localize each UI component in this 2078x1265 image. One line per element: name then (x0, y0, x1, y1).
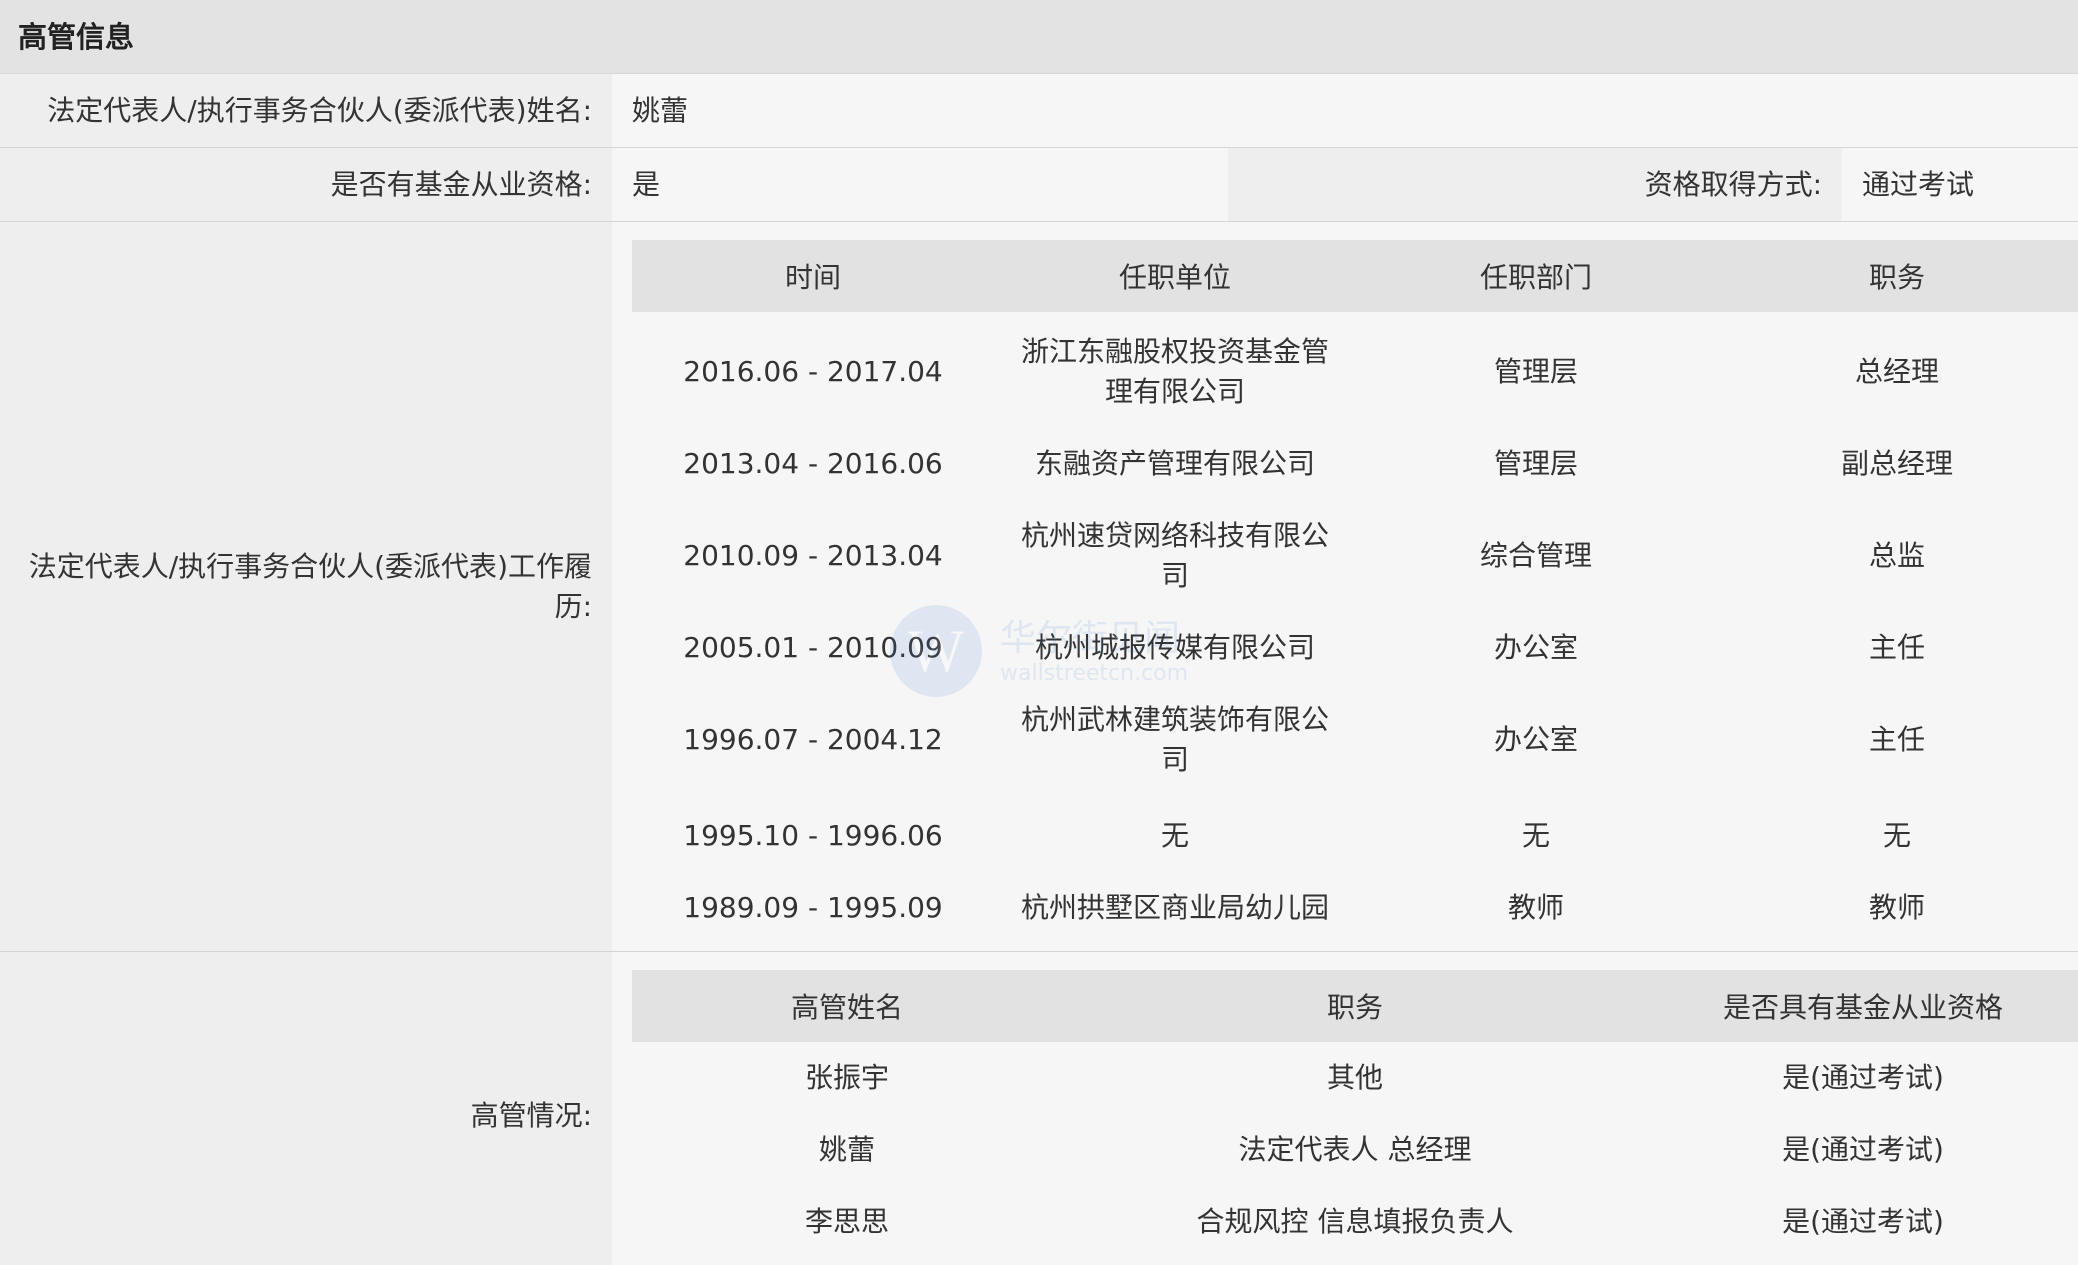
executive-name-cell: 姚蕾 (818, 1133, 875, 1166)
executive-name-cell: 张振宇 (804, 1061, 889, 1094)
executives-header-row: 高管姓名 职务 是否具有基金从业资格 (632, 970, 2078, 1042)
qualification-method-label: 资格取得方式: (1644, 168, 1822, 201)
department-cell: 办公室 (1493, 631, 1578, 664)
time-cell: 2013.04 - 2016.06 (683, 447, 943, 480)
column-header-department: 任职部门 (1356, 240, 1716, 312)
qualification-method-value: 通过考试 (1862, 168, 1975, 201)
time-cell: 1989.09 - 1995.09 (683, 891, 943, 924)
legal-rep-label: 法定代表人/执行事务合伙人(委派代表)姓名: (47, 94, 592, 127)
executive-qualification-cell: 是(通过考试) (1782, 1061, 1944, 1094)
company-cell: 杭州拱墅区商业局幼儿园 (1020, 891, 1329, 924)
qualification-label: 是否有基金从业资格: (330, 168, 592, 201)
column-header-time: 时间 (632, 240, 994, 312)
department-cell: 管理层 (1493, 355, 1578, 388)
legal-rep-label-cell: 法定代表人/执行事务合伙人(委派代表)姓名: (0, 74, 612, 147)
executive-qualification-cell: 是(通过考试) (1782, 1133, 1944, 1166)
time-cell: 1996.07 - 2004.12 (683, 723, 943, 756)
table-row: 2013.04 - 2016.06 东融资产管理有限公司 管理层 副总经理 (632, 432, 2078, 496)
company-cell: 杭州武林建筑装饰有限公司 (1020, 703, 1329, 776)
work-history-row: 法定代表人/执行事务合伙人(委派代表)工作履历: 时间 任职单位 任职部门 职务 (0, 222, 2078, 952)
table-row: 李思思 合规风控 信息填报负责人 是(通过考试) (632, 1186, 2078, 1258)
executive-qualification-cell: 是(通过考试) (1782, 1205, 1944, 1238)
column-header-company: 任职单位 (994, 240, 1356, 312)
time-cell: 2010.09 - 2013.04 (683, 539, 943, 572)
company-cell: 东融资产管理有限公司 (1034, 447, 1315, 480)
work-history-header-row: 时间 任职单位 任职部门 职务 (632, 240, 2078, 312)
qualification-value: 是 (632, 168, 661, 201)
executives-table: 高管姓名 职务 是否具有基金从业资格 张振宇 其他 是(通过考试) 姚蕾 法定代… (632, 970, 2078, 1258)
title-cell: 教师 (1868, 891, 1925, 924)
legal-rep-row: 法定代表人/执行事务合伙人(委派代表)姓名: 姚蕾 (0, 74, 2078, 148)
title-cell: 总经理 (1854, 355, 1939, 388)
table-row: 2016.06 - 2017.04 浙江东融股权投资基金管理有限公司 管理层 总… (632, 312, 2078, 432)
legal-rep-value-cell: 姚蕾 (612, 74, 2078, 147)
title-cell: 总监 (1868, 539, 1925, 572)
department-cell: 办公室 (1493, 723, 1578, 756)
legal-rep-value: 姚蕾 (632, 94, 689, 127)
table-row: 1995.10 - 1996.06 无 无 无 (632, 800, 2078, 872)
title-cell: 主任 (1868, 631, 1925, 664)
department-cell: 无 (1521, 819, 1550, 852)
time-cell: 1995.10 - 1996.06 (683, 819, 943, 852)
title-cell: 副总经理 (1840, 447, 1953, 480)
section-title: 高管信息 (18, 20, 135, 54)
qualification-value-cell: 是 (612, 148, 1228, 221)
qualification-method-value-cell: 通过考试 (1842, 148, 2078, 221)
column-header-title: 职务 (1716, 240, 2078, 312)
title-cell: 主任 (1868, 723, 1925, 756)
company-cell: 无 (1160, 819, 1189, 852)
executives-value-cell: 高管姓名 职务 是否具有基金从业资格 张振宇 其他 是(通过考试) 姚蕾 法定代… (612, 952, 2078, 1265)
company-cell: 杭州速贷网络科技有限公司 (1020, 519, 1329, 592)
table-row: 2010.09 - 2013.04 杭州速贷网络科技有限公司 综合管理 总监 (632, 496, 2078, 616)
executives-label-cell: 高管情况: (0, 952, 612, 1265)
table-row: 姚蕾 法定代表人 总经理 是(通过考试) (632, 1114, 2078, 1186)
work-history-label-cell: 法定代表人/执行事务合伙人(委派代表)工作履历: (0, 222, 612, 951)
column-header-name: 高管姓名 (632, 970, 1062, 1042)
column-header-position: 职务 (1062, 970, 1648, 1042)
time-cell: 2016.06 - 2017.04 (683, 355, 943, 388)
table-row: 1989.09 - 1995.09 杭州拱墅区商业局幼儿园 教师 教师 (632, 872, 2078, 944)
department-cell: 教师 (1507, 891, 1564, 924)
fund-manager-info-page: 高管信息 法定代表人/执行事务合伙人(委派代表)姓名: 姚蕾 是否有基金从业资格… (0, 0, 2078, 1265)
company-cell: 浙江东融股权投资基金管理有限公司 (1020, 335, 1329, 408)
table-row: 2005.01 - 2010.09 杭州城报传媒有限公司 办公室 主任 (632, 616, 2078, 680)
qualification-method-label-cell: 资格取得方式: (1228, 148, 1842, 221)
department-cell: 管理层 (1493, 447, 1578, 480)
company-cell: 杭州城报传媒有限公司 (1034, 631, 1315, 664)
executive-position-cell: 其他 (1326, 1061, 1383, 1094)
title-cell: 无 (1882, 819, 1911, 852)
department-cell: 综合管理 (1479, 539, 1592, 572)
executives-row: 高管情况: 高管姓名 职务 是否具有基金从业资格 张振宇 其他 是(通过考试) … (0, 952, 2078, 1265)
work-history-value-cell: 时间 任职单位 任职部门 职务 2016.06 - 2017.04 浙江东融股权… (612, 222, 2078, 951)
executive-name-cell: 李思思 (804, 1205, 889, 1238)
executives-label: 高管情况: (470, 1099, 592, 1132)
table-row: 1996.07 - 2004.12 杭州武林建筑装饰有限公司 办公室 主任 (632, 680, 2078, 800)
work-history-label: 法定代表人/执行事务合伙人(委派代表)工作履历: (28, 550, 592, 623)
section-header: 高管信息 (0, 0, 2078, 74)
qualification-row: 是否有基金从业资格: 是 资格取得方式: 通过考试 (0, 148, 2078, 222)
executive-position-cell: 合规风控 信息填报负责人 (1196, 1205, 1514, 1238)
table-row: 张振宇 其他 是(通过考试) (632, 1042, 2078, 1114)
time-cell: 2005.01 - 2010.09 (683, 631, 943, 664)
executive-position-cell: 法定代表人 总经理 (1238, 1133, 1472, 1166)
qualification-label-cell: 是否有基金从业资格: (0, 148, 612, 221)
work-history-table: 时间 任职单位 任职部门 职务 2016.06 - 2017.04 浙江东融股权… (632, 240, 2078, 944)
column-header-qualification: 是否具有基金从业资格 (1648, 970, 2078, 1042)
